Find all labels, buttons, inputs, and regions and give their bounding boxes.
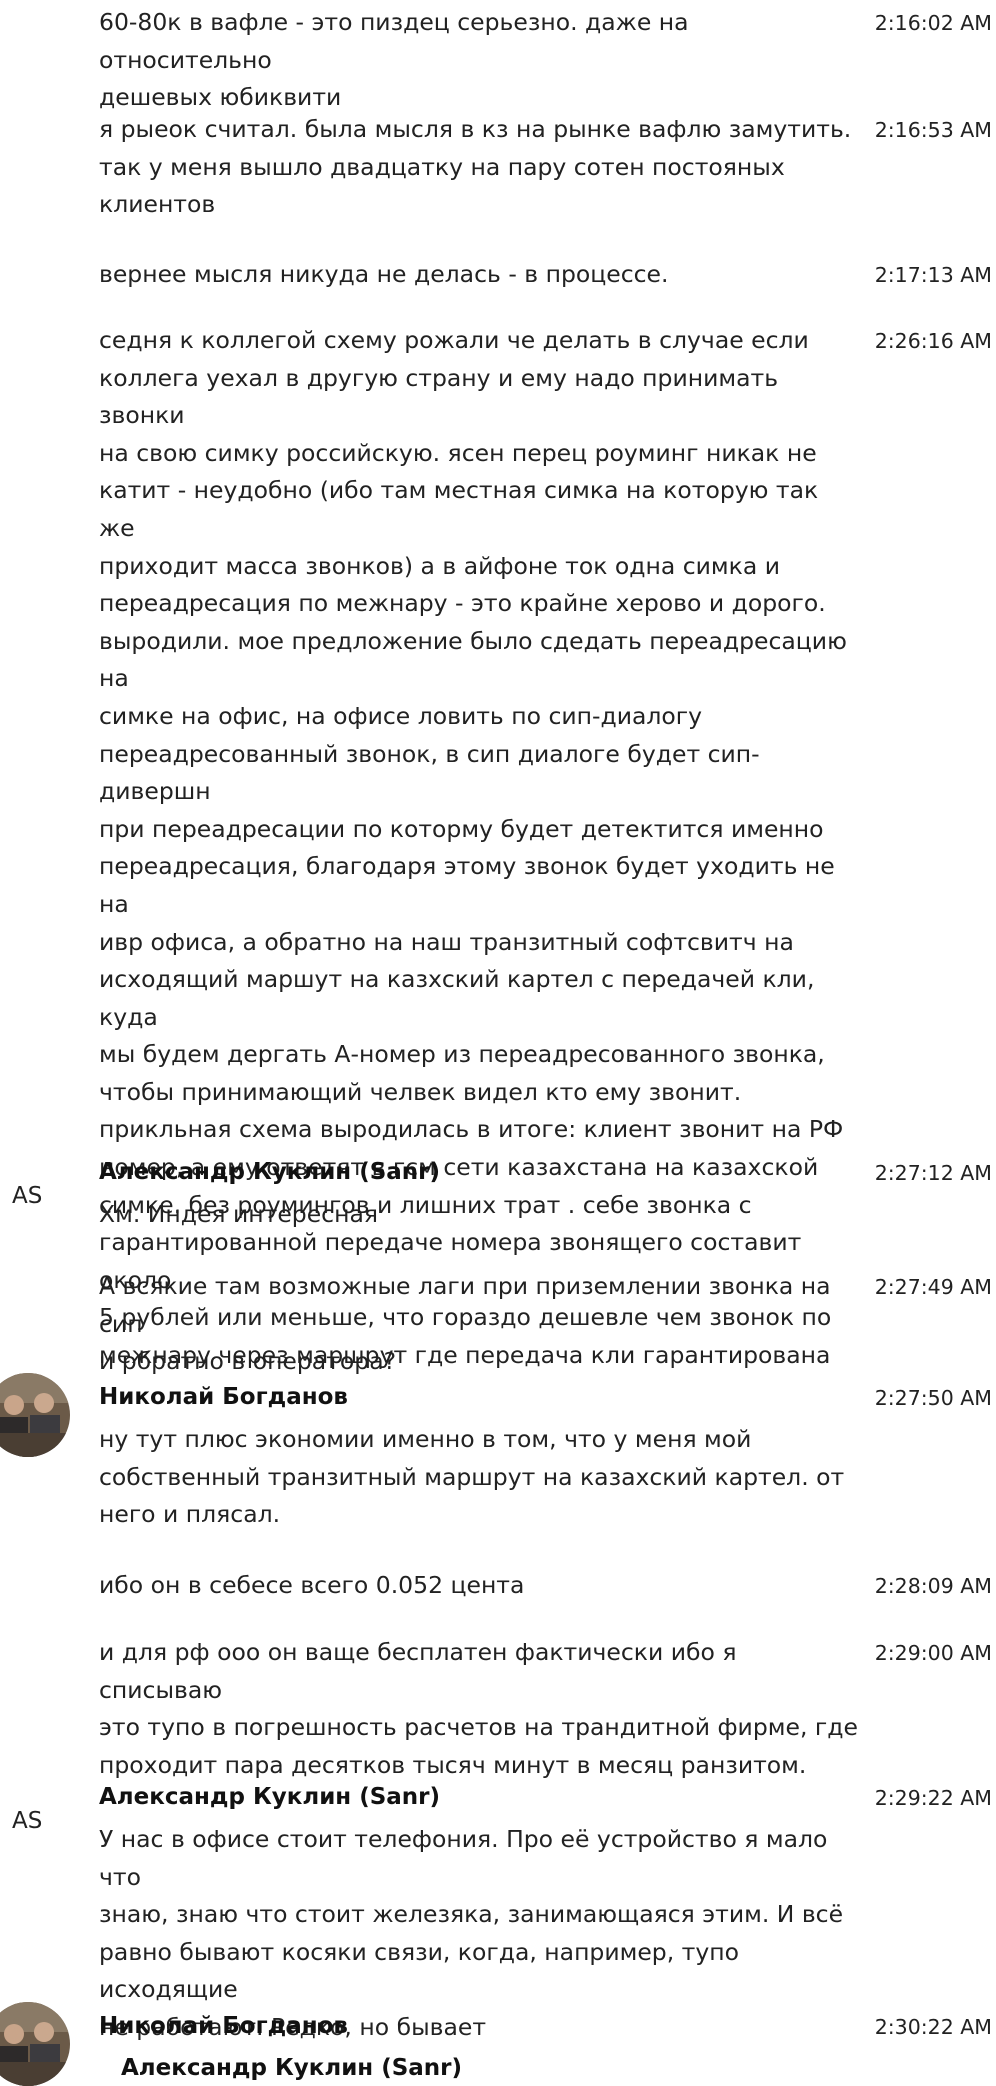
message: вернее мысля никуда не делась - в процес… <box>0 256 996 296</box>
author-name[interactable]: Александр Куклин (Sanr) <box>99 1781 440 1813</box>
message-timestamp: 2:27:50 AM <box>874 1386 992 1410</box>
quote-author-name: Александр Куклин (Sanr) <box>121 2055 463 2081</box>
message-timestamp: 2:16:02 AM <box>874 11 992 35</box>
message-text: 60-80к в вафле - это пиздец серьезно. да… <box>99 8 689 112</box>
message-text: ибо он в себесе всего 0.052 цента <box>99 1571 525 1599</box>
message-timestamp: 2:26:16 AM <box>874 329 992 353</box>
avatar[interactable]: AS <box>12 1805 52 1837</box>
message-text: вернее мысля никуда не делась - в процес… <box>99 260 669 288</box>
message: я рыеок считал. была мысля в кз на рынке… <box>0 111 996 231</box>
message: и для рф ооо он ваще бесплатен фактическ… <box>0 1634 996 1779</box>
message: А всякие там возможные лаги при приземле… <box>0 1268 996 1375</box>
author-name[interactable]: Николай Богданов <box>99 2010 348 2042</box>
message-text: и для рф ооо он ваще бесплатен фактическ… <box>99 1638 858 1779</box>
message: ибо он в себесе всего 0.052 цента 2:28:0… <box>0 1567 996 1607</box>
message-text: ну тут плюс экономии именно в том, что у… <box>99 1425 845 1529</box>
message-timestamp: 2:28:09 AM <box>874 1574 992 1598</box>
author-name[interactable]: Александр Куклин (Sanr) <box>99 1156 440 1188</box>
user-photo-icon <box>0 2002 70 2086</box>
user-photo-icon <box>0 1373 70 1457</box>
avatar[interactable] <box>0 1373 70 1457</box>
message-timestamp: 2:27:49 AM <box>874 1275 992 1299</box>
message-timestamp: 2:29:22 AM <box>874 1786 992 1810</box>
message-group: AS Александр Куклин (Sanr) 2:29:22 AM У … <box>0 1781 996 2041</box>
message-timestamp: 2:29:00 AM <box>874 1641 992 1665</box>
message-timestamp: 2:27:12 AM <box>874 1161 992 1185</box>
message-text: А всякие там возможные лаги при приземле… <box>99 1272 831 1376</box>
author-name[interactable]: Николай Богданов <box>99 1381 348 1413</box>
message-timestamp: 2:16:53 AM <box>874 118 992 142</box>
avatar[interactable] <box>0 2002 70 2086</box>
message-timestamp: 2:17:13 AM <box>874 263 992 287</box>
message-group: Николай Богданов 2:27:50 AM ну тут плюс … <box>0 1373 996 1541</box>
message-timestamp: 2:30:22 AM <box>874 2015 992 2039</box>
message-text: я рыеок считал. была мысля в кз на рынке… <box>99 115 852 219</box>
message-group: AS Александр Куклин (Sanr) 2:27:12 AM Хм… <box>0 1156 996 1236</box>
message-group: Николай Богданов 2:30:22 AM Александр Ку… <box>0 2002 996 2086</box>
avatar[interactable]: AS <box>12 1180 52 1212</box>
message: 60-80к в вафле - это пиздец серьезно. да… <box>0 0 996 111</box>
message: седня к коллегой схему рожали че делать … <box>0 322 996 1369</box>
message-text: Хм. Индея интересная <box>99 1200 379 1228</box>
